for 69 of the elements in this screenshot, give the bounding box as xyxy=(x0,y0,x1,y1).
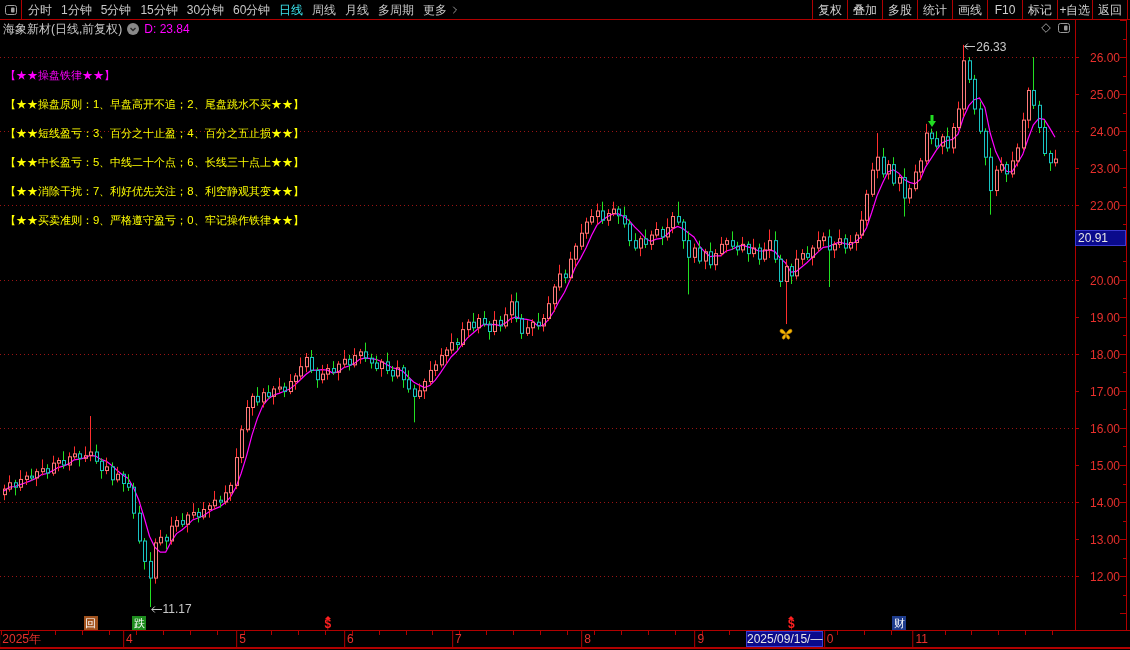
toolbar-button[interactable]: 统计 xyxy=(917,0,952,19)
price-tick-label: 12.00 xyxy=(1090,569,1121,584)
price-tick-label: 16.00 xyxy=(1090,421,1121,436)
date-axis-label: 9 xyxy=(694,631,705,647)
event-tag: 跌 xyxy=(132,616,147,630)
period-tab[interactable]: 30分钟 xyxy=(186,1,225,18)
arrow-down-icon xyxy=(927,114,936,127)
period-tab[interactable]: 周线 xyxy=(312,1,337,18)
strategy-note: 【★★操盘原则：1、早盘高开不追；2、尾盘跳水不买★★】 xyxy=(5,97,304,111)
period-tab[interactable]: 60分钟 xyxy=(233,1,271,18)
low-price-label: 11.17 xyxy=(162,603,192,615)
date-axis-label: 4 xyxy=(123,631,133,647)
price-tick-label: 17.00 xyxy=(1090,384,1121,399)
toolbar-button[interactable]: +自选 xyxy=(1057,0,1092,19)
toolbar-button[interactable]: 复权 xyxy=(812,0,847,19)
panel-icon[interactable] xyxy=(1058,23,1070,33)
price-tick-label: 20.00 xyxy=(1090,273,1121,288)
dollar-marker: $ xyxy=(324,619,332,630)
price-tick-label: 25.00 xyxy=(1090,87,1121,102)
date-axis-label: 6 xyxy=(344,631,354,647)
date-axis-label: 2025年 xyxy=(0,631,41,647)
dollar-marker: $ xyxy=(788,619,795,630)
period-tab[interactable]: 月线 xyxy=(345,1,370,18)
more-menu-button[interactable]: 更多 xyxy=(423,1,462,18)
triangle-up-icon xyxy=(324,616,331,619)
date-axis-label: 7 xyxy=(451,631,462,647)
price-tick-label: 18.00 xyxy=(1090,347,1121,362)
strategy-note: 【★★短线盈亏：3、百分之十止盈；4、百分之五止损★★】 xyxy=(5,126,304,140)
event-tag: 回 xyxy=(83,616,98,630)
price-tick-label: 13.00 xyxy=(1090,532,1121,547)
diamond-icon[interactable] xyxy=(1041,23,1051,33)
butterfly-icon xyxy=(779,328,793,341)
toolbar-button[interactable]: 画线 xyxy=(952,0,987,19)
strategy-note: 【★★买卖准则：9、严格遵守盈亏；0、牢记操作铁律★★】 xyxy=(5,213,304,227)
arrow-left-icon xyxy=(964,43,976,51)
price-tick-label: 26.00 xyxy=(1090,50,1121,65)
panel-icon xyxy=(4,4,17,15)
indicator-value: D: 23.84 xyxy=(144,22,190,36)
period-tab[interactable]: 日线 xyxy=(279,1,304,18)
price-tick-label: 22.00 xyxy=(1090,198,1121,213)
chart-title: 海象新材(日线,前复权) xyxy=(3,22,123,36)
period-tab[interactable]: 分时 xyxy=(28,1,52,18)
toolbar-button[interactable]: 标记 xyxy=(1022,0,1057,19)
period-tab[interactable]: 15分钟 xyxy=(140,1,178,18)
high-price-label: 26.33 xyxy=(976,40,1007,53)
strategy-note: 【★★消除干扰：7、利好优先关注；8、利空静观其变★★】 xyxy=(5,184,304,198)
toolbar-button[interactable]: 叠加 xyxy=(847,0,882,19)
period-tab[interactable]: 1分钟 xyxy=(61,1,92,18)
toolbar-button[interactable]: 返回 xyxy=(1092,0,1127,19)
price-tick-label: 24.00 xyxy=(1090,124,1121,139)
date-axis-label: 5 xyxy=(236,631,246,647)
arrow-left-icon xyxy=(150,605,162,613)
cursor-price-label: 20.91 xyxy=(1075,230,1126,246)
dropdown-circle-icon[interactable] xyxy=(127,23,140,35)
toolbar-button[interactable]: 多股 xyxy=(882,0,917,19)
triangle-up-icon xyxy=(788,616,795,619)
toolbar-button[interactable]: F10 xyxy=(987,0,1022,19)
strategy-note: 【★★操盘铁律★★】 xyxy=(5,68,116,82)
price-tick-label: 15.00 xyxy=(1090,458,1121,473)
price-tick-label: 19.00 xyxy=(1090,310,1121,325)
period-tab[interactable]: 5分钟 xyxy=(100,1,132,18)
cursor-date-label: 2025/09/15/— xyxy=(746,631,824,647)
event-tag: 财 xyxy=(892,616,907,630)
date-axis-label: 11 xyxy=(912,631,928,647)
price-tick-label: 14.00 xyxy=(1090,495,1121,510)
date-axis-label: 8 xyxy=(581,631,591,647)
price-tick-label: 23.00 xyxy=(1090,161,1121,176)
period-tab[interactable]: 多周期 xyxy=(378,1,415,18)
strategy-note: 【★★中长盈亏：5、中线二十个点；6、长线三十点上★★】 xyxy=(5,155,304,169)
